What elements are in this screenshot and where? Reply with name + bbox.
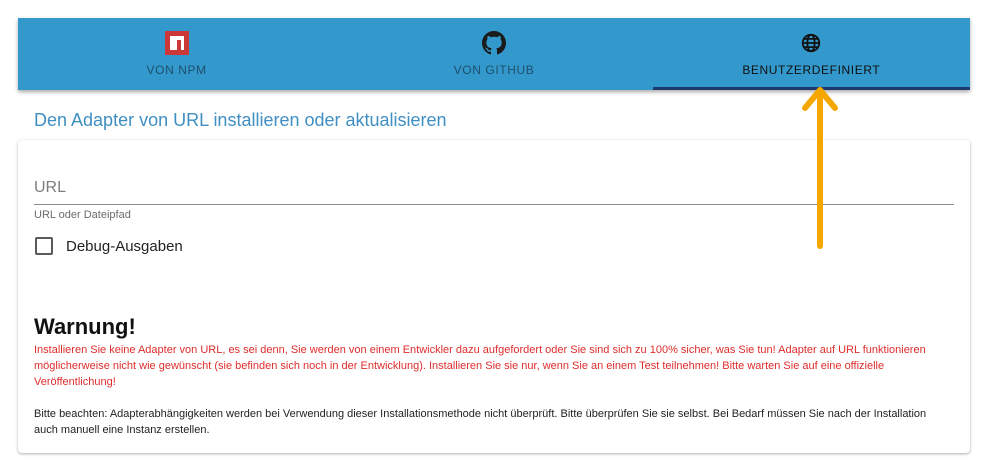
tab-custom[interactable]: BENUTZERDEFINIERT xyxy=(652,18,971,90)
arrow-up-icon xyxy=(802,87,838,249)
tab-label: VON NPM xyxy=(146,63,207,77)
tab-label: BENUTZERDEFINIERT xyxy=(742,63,881,77)
github-icon xyxy=(481,31,506,55)
tab-npm[interactable]: VON NPM xyxy=(18,18,335,90)
globe-icon xyxy=(800,31,822,55)
debug-checkbox-row[interactable]: Debug-Ausgaben xyxy=(35,237,183,255)
tab-bar: VON NPM VON GITHUB BENUTZERDEFINIERT xyxy=(18,18,971,90)
tab-label: VON GITHUB xyxy=(453,63,535,77)
note-text: Bitte beachten: Adapterabhängigkeiten we… xyxy=(34,408,927,436)
warning-text: Installieren Sie keine Adapter von URL, … xyxy=(34,344,926,388)
npm-icon xyxy=(164,31,189,55)
debug-checkbox[interactable] xyxy=(35,237,53,255)
debug-checkbox-label: Debug-Ausgaben xyxy=(66,237,183,255)
warning-title: Warnung! xyxy=(34,314,136,339)
tab-github[interactable]: VON GITHUB xyxy=(335,18,652,90)
section-title: Den Adapter von URL installieren oder ak… xyxy=(34,110,447,130)
url-helper-text: URL oder Dateipfad xyxy=(34,209,131,221)
